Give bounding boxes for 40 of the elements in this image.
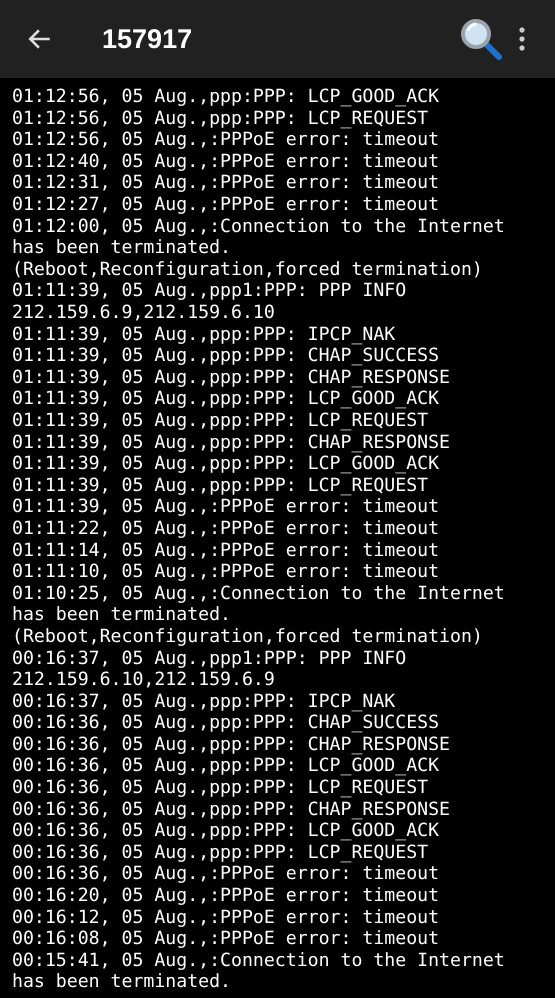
log-entry: 00:16:36, 05 Aug.,ppp:PPP: CHAP_SUCCESS <box>12 712 440 734</box>
log-entry: 01:12:40, 05 Aug.,:PPPoE error: timeout <box>12 150 440 172</box>
log-entry: 00:16:08, 05 Aug.,:PPPoE error: timeout <box>12 928 440 950</box>
log-entry: 01:11:39, 05 Aug.,ppp:PPP: LCP_REQUEST <box>12 474 430 496</box>
log-entry: 01:11:39, 05 Aug.,ppp:PPP: LCP_GOOD_ACK <box>12 453 440 475</box>
log-entry: 00:16:36, 05 Aug.,ppp:PPP: CHAP_RESPONSE <box>12 798 451 820</box>
log-entry: 01:12:31, 05 Aug.,:PPPoE error: timeout <box>12 172 440 194</box>
log-entry: 00:15:41, 05 Aug.,:Connection to the Internet has been terminated. <box>12 950 506 993</box>
log-entry: 01:11:10, 05 Aug.,:PPPoE error: timeout <box>12 561 440 583</box>
log-entry: 01:11:39, 05 Aug.,ppp:PPP: LCP_GOOD_ACK <box>12 388 440 410</box>
log-entry: 00:16:36, 05 Aug.,ppp:PPP: LCP_GOOD_ACK <box>12 755 440 778</box>
log-entry: 01:11:39, 05 Aug.,ppp:PPP: CHAP_RESPONSE <box>12 366 451 388</box>
log-entry: 01:12:27, 05 Aug.,:PPPoE error: timeout <box>12 194 440 216</box>
log-entry: 01:11:39, 05 Aug.,ppp:PPP: CHAP_RESPONSE <box>12 432 451 454</box>
log-entry: (Reboot,Reconfiguration,forced termination) <box>12 626 484 648</box>
log-entry: 01:12:00, 05 Aug.,:Connection to the Internet has been terminated. <box>12 216 506 259</box>
log-entry: 01:11:14, 05 Aug.,:PPPoE error: timeout <box>12 540 440 562</box>
log-entry: 00:16:12, 05 Aug.,:PPPoE error: timeout <box>12 906 440 928</box>
app-bar-title: 157917 <box>102 24 194 54</box>
log-entry: 00:16:37, 05 Aug.,ppp1:PPP: PPP INFO 212.159.6.10,212.159.6.9 <box>12 648 408 691</box>
log-entry: 01:11:39, 05 Aug.,ppp:PPP: LCP_REQUEST <box>12 410 430 432</box>
log-entry: 00:16:36, 05 Aug.,ppp:PPP: LCP_REQUEST <box>12 842 430 864</box>
log-entry: 01:12:56, 05 Aug.,ppp:PPP: LCP_REQUEST <box>12 108 430 130</box>
log-entry: 00:16:20, 05 Aug.,:PPPoE error: timeout <box>12 885 440 907</box>
log-entry: 00:16:36, 05 Aug.,ppp:PPP: LCP_REQUEST <box>12 777 430 799</box>
log-entry: 01:11:39, 05 Aug.,ppp:PPP: CHAP_SUCCESS <box>12 345 440 367</box>
log-entry: 00:16:37, 05 Aug.,ppp:PPP: IPCP_NAK <box>12 690 396 712</box>
log-entry: 01:11:39, 05 Aug.,:PPPoE error: timeout <box>12 496 440 518</box>
log-entry: 00:16:36, 05 Aug.,:PPPoE error: timeout <box>12 863 440 886</box>
log-entry: 00:16:36, 05 Aug.,ppp:PPP: CHAP_RESPONSE <box>12 734 451 756</box>
log-entry: 00:16:36, 05 Aug.,ppp:PPP: LCP_GOOD_ACK <box>12 820 440 842</box>
log-entry: 01:11:39, 05 Aug.,ppp:PPP: IPCP_NAK <box>12 324 396 346</box>
more-options-icon[interactable] <box>519 27 525 51</box>
log-entry: 01:11:39, 05 Aug.,ppp1:PPP: PPP INFO 212.159.6.9,212.159.6.10 <box>12 280 408 324</box>
log-entry: 01:11:22, 05 Aug.,:PPPoE error: timeout <box>12 518 440 540</box>
search-icon[interactable] <box>459 17 503 61</box>
log-entry: 01:10:25, 05 Aug.,:Connection to the Internet has been terminated. <box>12 582 506 626</box>
log-entry: 01:12:56, 05 Aug.,ppp:PPP: LCP_GOOD_ACK <box>12 86 440 108</box>
log-entry: 01:12:56, 05 Aug.,:PPPoE error: timeout <box>12 129 440 151</box>
log-entry: (Reboot,Reconfiguration,forced termination) <box>12 258 484 280</box>
